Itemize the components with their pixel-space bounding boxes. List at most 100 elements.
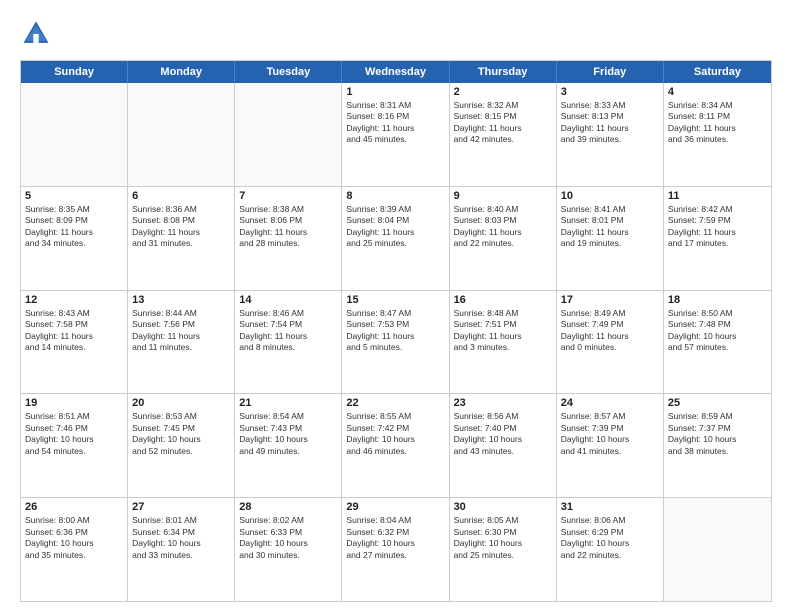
day-number: 23 [454,397,552,409]
day-number: 24 [561,397,659,409]
empty-cell [21,83,128,186]
day-cell-13: 13 Sunrise: 8:44 AM Sunset: 7:56 PM Dayli… [128,291,235,394]
day-number: 9 [454,190,552,202]
day-number: 6 [132,190,230,202]
day-number: 27 [132,501,230,513]
calendar-body: 1Sunrise: 8:31 AM Sunset: 8:16 PM Daylig… [21,83,771,601]
day-number: 26 [25,501,123,513]
day-number: 19 [25,397,123,409]
day-cell-31: 31 Sunrise: 8:06 AM Sunset: 6:29 PM Dayli… [557,498,664,601]
logo [20,18,58,50]
calendar: SundayMondayTuesdayWednesdayThursdayFrid… [20,60,772,602]
day-cell-16: 16 Sunrise: 8:48 AM Sunset: 7:51 PM Dayli… [450,291,557,394]
day-info: Sunrise: 8:42 AM Sunset: 7:59 PM Dayligh… [668,204,767,250]
day-number: 3 [561,86,659,98]
header [20,18,772,50]
day-cell-14: 14 Sunrise: 8:46 AM Sunset: 7:54 PM Dayli… [235,291,342,394]
day-cell-25: 25Sunrise: 8:59 AM Sunset: 7:37 PM Dayli… [664,394,771,497]
day-info: Sunrise: 8:38 AM Sunset: 8:06 PM Dayligh… [239,204,337,250]
weekday-header-friday: Friday [557,61,664,83]
day-info: Sunrise: 8:05 AM Sunset: 6:30 PM Dayligh… [454,515,552,561]
day-cell-19: 19 Sunrise: 8:51 AM Sunset: 7:46 PM Dayli… [21,394,128,497]
calendar-row-3: 12 Sunrise: 8:43 AM Sunset: 7:58 PM Dayli… [21,290,771,394]
day-info: Sunrise: 8:39 AM Sunset: 8:04 PM Dayligh… [346,204,444,250]
day-info: Sunrise: 8:33 AM Sunset: 8:13 PM Dayligh… [561,100,659,146]
day-cell-5: 5Sunrise: 8:35 AM Sunset: 8:09 PM Daylig… [21,187,128,290]
weekday-header-sunday: Sunday [21,61,128,83]
day-number: 8 [346,190,444,202]
day-info: Sunrise: 8:46 AM Sunset: 7:54 PM Dayligh… [239,308,337,354]
day-number: 14 [239,294,337,306]
day-cell-22: 22 Sunrise: 8:55 AM Sunset: 7:42 PM Dayli… [342,394,449,497]
empty-cell [128,83,235,186]
day-info: Sunrise: 8:32 AM Sunset: 8:15 PM Dayligh… [454,100,552,146]
day-cell-26: 26 Sunrise: 8:00 AM Sunset: 6:36 PM Dayli… [21,498,128,601]
page: SundayMondayTuesdayWednesdayThursdayFrid… [0,0,792,612]
day-number: 12 [25,294,123,306]
calendar-header: SundayMondayTuesdayWednesdayThursdayFrid… [21,61,771,83]
day-cell-24: 24 Sunrise: 8:57 AM Sunset: 7:39 PM Dayli… [557,394,664,497]
day-info: Sunrise: 8:04 AM Sunset: 6:32 PM Dayligh… [346,515,444,561]
day-info: Sunrise: 8:49 AM Sunset: 7:49 PM Dayligh… [561,308,659,354]
day-number: 29 [346,501,444,513]
calendar-row-1: 1Sunrise: 8:31 AM Sunset: 8:16 PM Daylig… [21,83,771,186]
day-info: Sunrise: 8:31 AM Sunset: 8:16 PM Dayligh… [346,100,444,146]
day-info: Sunrise: 8:00 AM Sunset: 6:36 PM Dayligh… [25,515,123,561]
day-cell-28: 28 Sunrise: 8:02 AM Sunset: 6:33 PM Dayli… [235,498,342,601]
calendar-row-4: 19 Sunrise: 8:51 AM Sunset: 7:46 PM Dayli… [21,393,771,497]
day-number: 22 [346,397,444,409]
day-cell-7: 7 Sunrise: 8:38 AM Sunset: 8:06 PM Daylig… [235,187,342,290]
day-number: 21 [239,397,337,409]
weekday-header-thursday: Thursday [450,61,557,83]
day-number: 13 [132,294,230,306]
calendar-row-5: 26 Sunrise: 8:00 AM Sunset: 6:36 PM Dayli… [21,497,771,601]
day-number: 28 [239,501,337,513]
day-cell-29: 29 Sunrise: 8:04 AM Sunset: 6:32 PM Dayli… [342,498,449,601]
calendar-row-2: 5Sunrise: 8:35 AM Sunset: 8:09 PM Daylig… [21,186,771,290]
day-info: Sunrise: 8:47 AM Sunset: 7:53 PM Dayligh… [346,308,444,354]
day-number: 31 [561,501,659,513]
day-cell-15: 15 Sunrise: 8:47 AM Sunset: 7:53 PM Dayli… [342,291,449,394]
day-info: Sunrise: 8:53 AM Sunset: 7:45 PM Dayligh… [132,411,230,457]
day-info: Sunrise: 8:06 AM Sunset: 6:29 PM Dayligh… [561,515,659,561]
day-cell-8: 8 Sunrise: 8:39 AM Sunset: 8:04 PM Daylig… [342,187,449,290]
day-info: Sunrise: 8:01 AM Sunset: 6:34 PM Dayligh… [132,515,230,561]
day-info: Sunrise: 8:41 AM Sunset: 8:01 PM Dayligh… [561,204,659,250]
day-info: Sunrise: 8:54 AM Sunset: 7:43 PM Dayligh… [239,411,337,457]
day-info: Sunrise: 8:57 AM Sunset: 7:39 PM Dayligh… [561,411,659,457]
day-number: 10 [561,190,659,202]
day-info: Sunrise: 8:48 AM Sunset: 7:51 PM Dayligh… [454,308,552,354]
day-cell-21: 21 Sunrise: 8:54 AM Sunset: 7:43 PM Dayli… [235,394,342,497]
weekday-header-wednesday: Wednesday [342,61,449,83]
day-info: Sunrise: 8:02 AM Sunset: 6:33 PM Dayligh… [239,515,337,561]
day-number: 16 [454,294,552,306]
day-cell-23: 23 Sunrise: 8:56 AM Sunset: 7:40 PM Dayli… [450,394,557,497]
day-cell-18: 18 Sunrise: 8:50 AM Sunset: 7:48 PM Dayli… [664,291,771,394]
day-number: 30 [454,501,552,513]
day-number: 20 [132,397,230,409]
day-info: Sunrise: 8:56 AM Sunset: 7:40 PM Dayligh… [454,411,552,457]
day-cell-9: 9 Sunrise: 8:40 AM Sunset: 8:03 PM Daylig… [450,187,557,290]
day-info: Sunrise: 8:43 AM Sunset: 7:58 PM Dayligh… [25,308,123,354]
day-info: Sunrise: 8:51 AM Sunset: 7:46 PM Dayligh… [25,411,123,457]
day-number: 15 [346,294,444,306]
day-info: Sunrise: 8:36 AM Sunset: 8:08 PM Dayligh… [132,204,230,250]
empty-cell [664,498,771,601]
weekday-header-saturday: Saturday [664,61,771,83]
logo-icon [20,18,52,50]
day-cell-20: 20 Sunrise: 8:53 AM Sunset: 7:45 PM Dayli… [128,394,235,497]
weekday-header-tuesday: Tuesday [235,61,342,83]
day-number: 18 [668,294,767,306]
day-cell-2: 2Sunrise: 8:32 AM Sunset: 8:15 PM Daylig… [450,83,557,186]
day-number: 7 [239,190,337,202]
day-info: Sunrise: 8:40 AM Sunset: 8:03 PM Dayligh… [454,204,552,250]
day-cell-1: 1Sunrise: 8:31 AM Sunset: 8:16 PM Daylig… [342,83,449,186]
day-info: Sunrise: 8:55 AM Sunset: 7:42 PM Dayligh… [346,411,444,457]
day-number: 17 [561,294,659,306]
day-cell-17: 17 Sunrise: 8:49 AM Sunset: 7:49 PM Dayli… [557,291,664,394]
day-info: Sunrise: 8:44 AM Sunset: 7:56 PM Dayligh… [132,308,230,354]
day-info: Sunrise: 8:50 AM Sunset: 7:48 PM Dayligh… [668,308,767,354]
day-cell-12: 12 Sunrise: 8:43 AM Sunset: 7:58 PM Dayli… [21,291,128,394]
day-number: 4 [668,86,767,98]
day-number: 25 [668,397,767,409]
